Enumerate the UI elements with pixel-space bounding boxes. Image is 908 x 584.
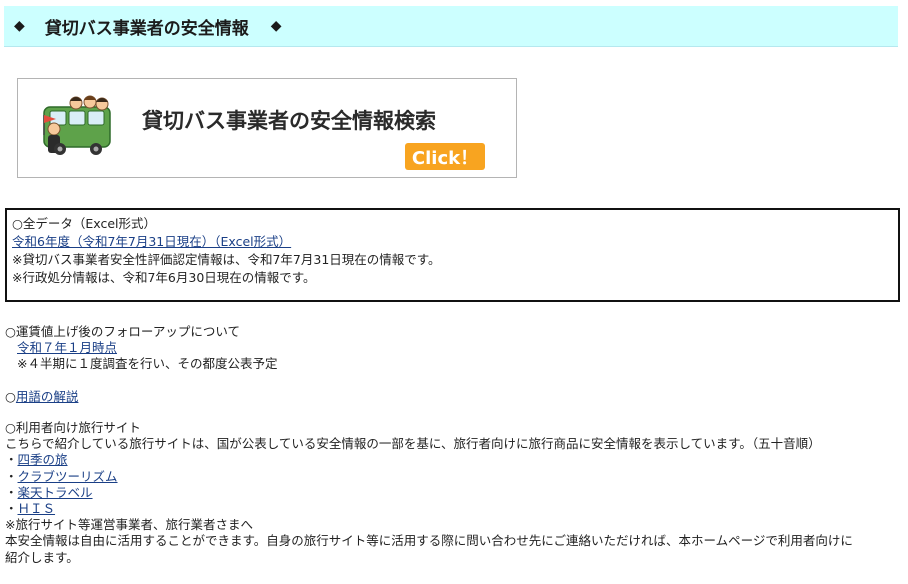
banner-title: 貸切バス事業者の安全情報検索 (142, 109, 436, 133)
page-title: 貸切バス事業者の安全情報 (44, 18, 249, 39)
travel-heading: ○利用者向け旅行サイト (5, 420, 141, 435)
followup-note: ※４半期に１度調査を行い、その都度公表予定 (17, 356, 278, 372)
glossary-link[interactable]: 用語の解説 (16, 389, 79, 404)
list-item: ・クラブツーリズム (5, 468, 118, 484)
full-data-excel-link[interactable]: 令和6年度（令和7年7月31日現在）（Excel形式） (12, 234, 291, 249)
operator-note-line: 紹介します。 (5, 549, 79, 565)
list-item: ・四季の旅 (5, 452, 68, 468)
search-banner[interactable]: 貸切バス事業者の安全情報検索 Click！ (17, 78, 517, 178)
page-title-bar: ◆ 貸切バス事業者の安全情報 ◆ (4, 6, 898, 47)
list-item: ・楽天トラベル (5, 484, 93, 500)
followup-heading: ○運賃値上げ後のフォローアップについて (5, 324, 241, 339)
glossary-prefix: ○ (5, 389, 16, 404)
glossary-section: ○用語の解説 (5, 389, 78, 405)
travel-site-link[interactable]: クラブツーリズム (18, 469, 118, 484)
full-data-box: ○全データ（Excel形式） 令和6年度（令和7年7月31日現在）（Excel形… (5, 208, 900, 302)
operator-note-heading: ※旅行サイト等運営事業者、旅行業者さまへ (5, 517, 253, 533)
administrative-action-note: ※行政処分情報は、令和7年6月30日現在の情報です。 (12, 270, 316, 285)
bus-illustration-icon (43, 95, 111, 155)
travel-site-link[interactable]: 四季の旅 (18, 452, 68, 467)
safety-evaluation-note: ※貸切バス事業者安全性評価認定情報は、令和7年7月31日現在の情報です。 (12, 252, 441, 267)
full-data-heading: ○全データ（Excel形式） (12, 216, 157, 231)
travel-site-link[interactable]: ＨＩＳ (18, 501, 56, 516)
list-item: ・ＨＩＳ (5, 501, 56, 517)
travel-description: こちらで紹介している旅行サイトは、国が公表している安全情報の一部を基に、旅行者向… (5, 436, 821, 452)
followup-section: ○運賃値上げ後のフォローアップについて 令和７年１月時点 ※４半期に１度調査を行… (5, 324, 277, 373)
travel-section: ○利用者向け旅行サイト こちらで紹介している旅行サイトは、国が公表している安全情… (5, 420, 900, 566)
travel-site-link[interactable]: 楽天トラベル (18, 485, 93, 500)
click-button[interactable]: Click！ (405, 143, 485, 170)
operator-note-line: 本安全情報は自由に活用することができます。自身の旅行サイト等に活用する際に問い合… (5, 533, 853, 549)
diamond-icon: ◆ (14, 18, 25, 34)
diamond-icon: ◆ (270, 18, 282, 34)
followup-link[interactable]: 令和７年１月時点 (17, 340, 117, 355)
